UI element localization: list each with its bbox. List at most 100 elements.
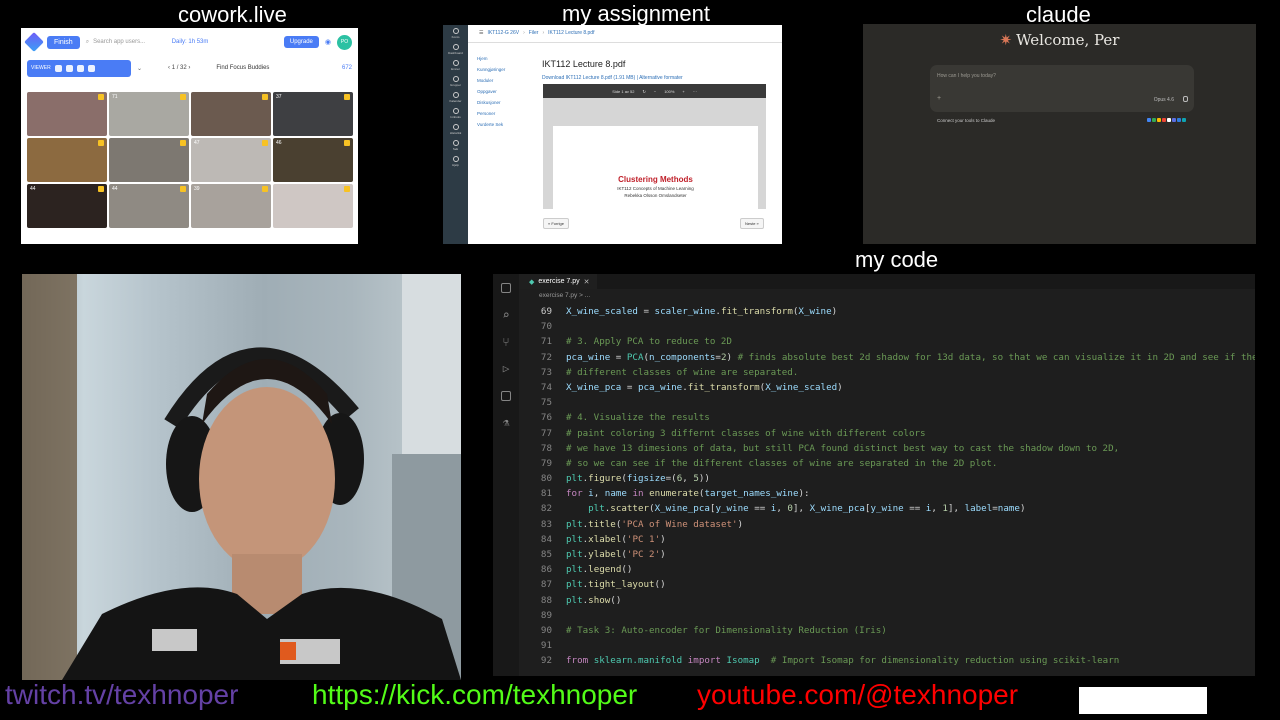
line-number: 85 (540, 549, 552, 560)
more-icon[interactable]: ⋯ (693, 89, 697, 94)
course-nav-link[interactable]: Moduler (477, 75, 505, 86)
camera-icon[interactable] (54, 64, 62, 72)
line-number: 74 (540, 381, 552, 393)
code-line: 74 X_wine_pca = pca_wine.fit_transform(X_… (521, 380, 1255, 395)
line-number: 79 (540, 457, 552, 469)
video-tile[interactable]: 47 (191, 138, 271, 182)
video-tile[interactable]: 44 (27, 184, 107, 228)
course-nav-link[interactable]: Kunngjøringer (477, 64, 505, 75)
search-field[interactable]: ⌕ Search app users... (86, 39, 166, 46)
breadcrumb-file[interactable]: IKT112 Lecture 8.pdf (548, 30, 594, 36)
nav-item[interactable]: Grupper (443, 73, 468, 89)
tool-icon (1147, 118, 1151, 122)
finish-button[interactable]: Finish (47, 35, 80, 49)
breadcrumb-course[interactable]: IKT112-G 26V (487, 30, 519, 36)
prev-button[interactable]: « Forrige (543, 218, 570, 229)
overlay-box (1079, 687, 1207, 714)
video-tile[interactable]: 71 (109, 92, 189, 136)
course-nav-link[interactable]: Oppgaver (477, 86, 505, 97)
course-nav: Hjem Kunngjøringer Moduler Oppgaver Diskusjo… (477, 53, 505, 130)
line-text: # so we can see if the different classes… (566, 457, 998, 469)
code-lines[interactable]: 69 X_wine_scaled = scaler_wine.fit_transf… (521, 304, 1255, 669)
microphone-icon[interactable] (1183, 96, 1188, 102)
zoom-in-icon[interactable]: + (682, 89, 684, 94)
add-attachment-icon[interactable]: + (937, 95, 941, 102)
video-tile[interactable] (273, 184, 353, 228)
code-title: my code (855, 247, 939, 272)
find-focus-buddies[interactable]: Find Focus Buddies (216, 65, 269, 71)
nav-item[interactable]: Emner (443, 57, 468, 73)
prompt-input[interactable]: How can I help you today? + Opus 4.6 (930, 65, 1194, 112)
badge-icon (98, 186, 104, 192)
video-tile[interactable]: 46 (273, 138, 353, 182)
tool-icon (1152, 118, 1156, 122)
rotate-icon[interactable]: ↻ (642, 89, 645, 94)
page-indicator: 1 / 32 (171, 65, 187, 71)
testing-icon[interactable]: ⚗ (493, 409, 519, 436)
nav-item[interactable]: Hjelp (443, 153, 468, 169)
video-tile[interactable] (27, 92, 107, 136)
upgrade-button[interactable]: Upgrade (283, 36, 319, 48)
search-icon[interactable]: ⌕ (493, 301, 519, 328)
next-button[interactable]: Neste » (740, 218, 764, 229)
nav-label: Dashboard (448, 50, 463, 55)
video-tile[interactable] (27, 138, 107, 182)
video-tile[interactable]: 44 (109, 184, 189, 228)
video-tile[interactable] (109, 138, 189, 182)
nav-item[interactable]: Dashboard (443, 41, 468, 57)
explorer-icon[interactable] (493, 274, 519, 301)
badge-icon (262, 140, 268, 146)
video-tile[interactable]: 39 (191, 184, 271, 228)
mask-icon[interactable]: ◉ (325, 38, 331, 46)
nav-item[interactable]: Søk (443, 137, 468, 153)
extensions-icon[interactable] (493, 382, 519, 409)
tab-exercise-7[interactable]: ◆ exercise 7.py ✕ (519, 274, 597, 289)
chevron-down-icon[interactable]: ⌄ (137, 65, 142, 72)
pdf-viewer[interactable]: Side 1 av 52 ↻ − 100% + ⋯ Clustering Met… (543, 84, 766, 209)
close-icon[interactable]: ✕ (584, 278, 590, 286)
download-link[interactable]: Download IKT112 Lecture 8.pdf (1.91 MB) … (542, 75, 683, 81)
nav-label: Kalender (449, 98, 462, 103)
avatar[interactable]: PO (337, 34, 352, 50)
line-number: 80 (540, 473, 552, 485)
code-line: 89 (521, 608, 1255, 623)
nav-label: Hjelp (452, 162, 459, 167)
pdf-page-indicator[interactable]: Side 1 av 52 (612, 89, 634, 94)
course-nav-link[interactable]: Diskusjoner (477, 97, 505, 108)
course-nav-link[interactable]: Hjem (477, 53, 505, 64)
tool-icon (1182, 118, 1186, 122)
tool-icons (1147, 118, 1186, 122)
breadcrumb-files[interactable]: Filer (529, 30, 539, 36)
line-number: 87 (540, 579, 552, 591)
page-next-icon[interactable]: › (187, 65, 190, 71)
tool-icon (1172, 118, 1176, 122)
shield-icon[interactable] (76, 64, 84, 72)
badge-icon (262, 186, 268, 192)
source-control-icon[interactable]: ⑂ (493, 328, 519, 355)
nav-item[interactable]: Kalender (443, 89, 468, 105)
code-line: 75 (521, 395, 1255, 410)
line-text: plt.show() (566, 594, 622, 606)
gear-icon[interactable] (87, 64, 95, 72)
run-debug-icon[interactable]: ▷ (493, 355, 519, 382)
connect-tools-banner[interactable]: Connect your tools to Claude (930, 115, 1194, 125)
course-nav-link[interactable]: Vurderte Sek (477, 119, 505, 130)
pagination[interactable]: ‹ 1 / 32 › (168, 65, 190, 71)
menu-icon[interactable]: ☰ (479, 30, 483, 36)
python-file-icon: ◆ (529, 278, 535, 286)
nav-item[interactable]: Historikk (443, 121, 468, 137)
tool-icon (1167, 118, 1171, 122)
video-tile[interactable]: 37 (273, 92, 353, 136)
pin-icon[interactable] (65, 64, 73, 72)
tile-label: 46 (276, 140, 282, 146)
zoom-out-icon[interactable]: − (654, 89, 656, 94)
activity-bar: ⌕ ⑂ ▷ ⚗ (493, 274, 519, 676)
video-tile[interactable] (191, 92, 271, 136)
tool-icon (1157, 118, 1161, 122)
course-nav-link[interactable]: Personer (477, 108, 505, 119)
line-number: 90 (540, 624, 552, 636)
nav-item[interactable]: Konto (443, 25, 468, 41)
model-selector[interactable]: Opus 4.6 (1154, 97, 1174, 103)
nav-item[interactable]: Innboks (443, 105, 468, 121)
viewer-controls[interactable]: VIEWER (27, 59, 131, 77)
